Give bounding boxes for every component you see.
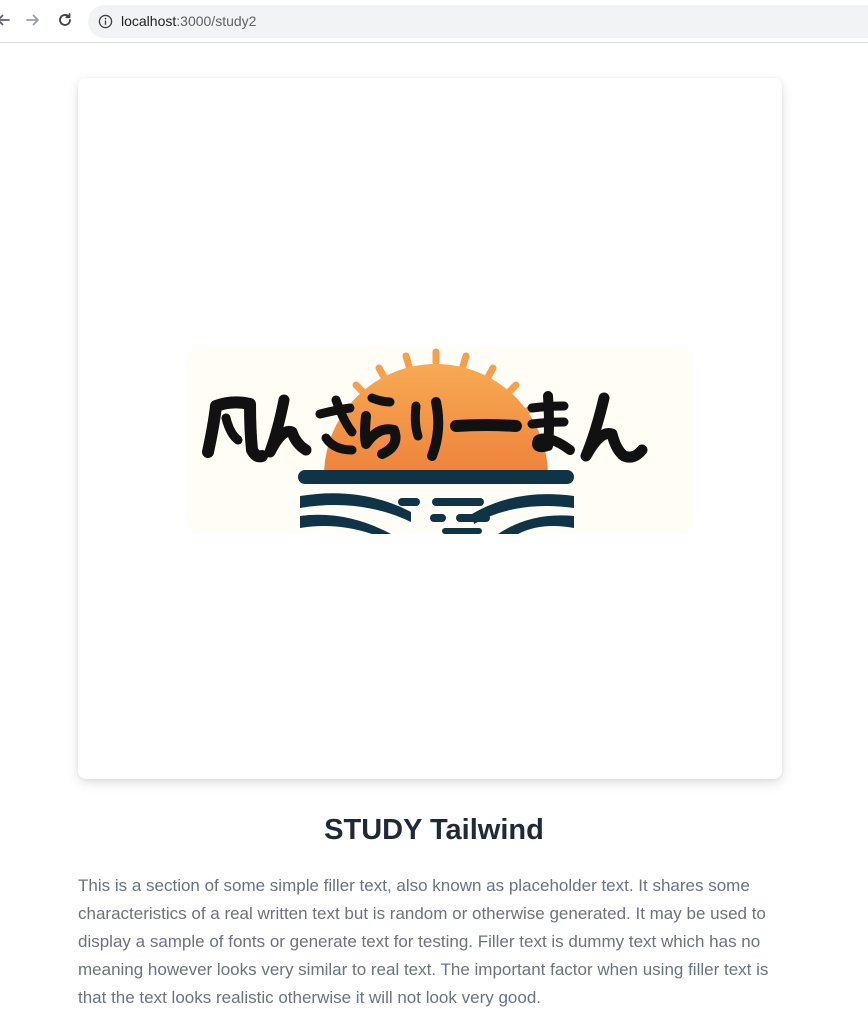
reload-button[interactable] [54, 9, 76, 31]
fun-salaryman-logo-image [186, 346, 694, 534]
forward-arrow-icon [26, 14, 39, 26]
reload-icon [59, 13, 71, 26]
page-title: STUDY Tailwind [324, 814, 544, 846]
forward-button[interactable] [22, 9, 44, 31]
info-icon[interactable] [98, 14, 113, 29]
url-text[interactable]: localhost:3000/study2 [121, 13, 256, 30]
back-button[interactable] [0, 9, 14, 31]
browser-toolbar: localhost:3000/study2 [0, 0, 868, 43]
filler-paragraph: This is a section of some simple filler … [78, 876, 769, 1007]
url-path: :3000/study2 [176, 13, 257, 29]
back-arrow-icon [0, 14, 10, 26]
hero-image-card [78, 78, 782, 779]
url-host: localhost [121, 13, 177, 29]
address-bar[interactable]: localhost:3000/study2 [88, 5, 868, 38]
